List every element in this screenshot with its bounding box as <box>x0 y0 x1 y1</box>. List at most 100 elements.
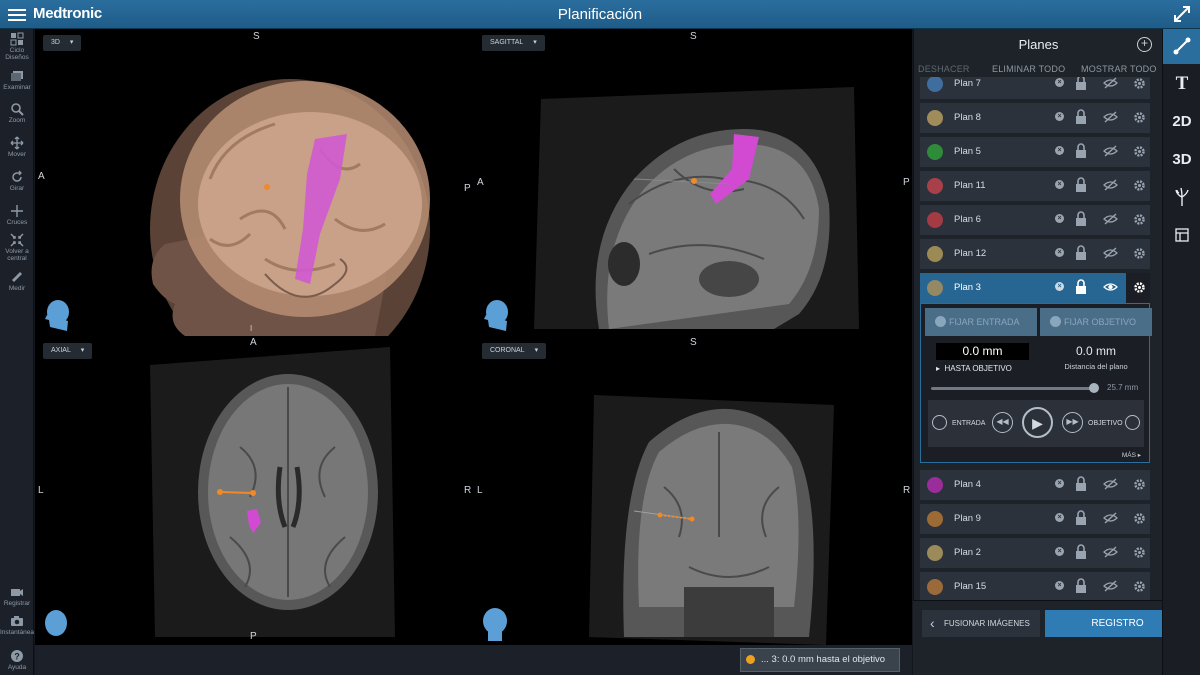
tool-recenter[interactable]: Volver a central <box>0 233 34 262</box>
eye-hidden-icon[interactable] <box>1103 110 1118 124</box>
close-icon[interactable]: × <box>1055 479 1064 488</box>
list-item[interactable]: Plan 12 × <box>920 239 1150 269</box>
list-item[interactable]: Plan 2 × <box>920 538 1150 568</box>
trajectory-slider[interactable] <box>931 387 1096 390</box>
lock-icon[interactable] <box>1075 476 1087 492</box>
tool-measure[interactable]: Medir <box>0 270 34 292</box>
gear-icon[interactable] <box>1132 246 1147 261</box>
lock-icon[interactable] <box>1075 578 1087 594</box>
eye-icon[interactable] <box>1103 280 1118 294</box>
tool-label: Zoom <box>8 117 26 124</box>
list-item[interactable]: Plan 9 × <box>920 504 1150 534</box>
lock-icon[interactable] <box>1075 245 1087 261</box>
more-button[interactable]: MÁS ▸ <box>1122 451 1141 459</box>
view-2d-button[interactable]: 2D <box>1163 113 1200 130</box>
fiber-tract-icon[interactable] <box>1174 187 1190 207</box>
tool-record[interactable]: Registrar <box>0 585 34 607</box>
skip-to-target-icon[interactable] <box>1125 415 1140 430</box>
list-item-active[interactable]: Plan 3 × <box>920 273 1150 303</box>
set-target-button[interactable]: FIJAR OBJETIVO <box>1040 308 1152 336</box>
lock-icon[interactable] <box>1075 143 1087 159</box>
gear-icon[interactable] <box>1132 579 1147 594</box>
lock-icon[interactable] <box>1075 211 1087 227</box>
lock-icon[interactable] <box>1075 279 1087 295</box>
list-item[interactable]: Plan 5 × <box>920 137 1150 167</box>
lock-icon[interactable] <box>1075 109 1087 125</box>
slider-thumb[interactable] <box>1089 383 1099 393</box>
tool-move[interactable]: Mover <box>0 136 34 158</box>
tool-layout-cycle[interactable]: Ciclo Diseños <box>0 32 34 61</box>
viewport-sagittal[interactable]: SAGITTAL S A P <box>474 29 912 336</box>
eye-hidden-icon[interactable] <box>1103 178 1118 192</box>
list-item[interactable]: Plan 15 × <box>920 572 1150 600</box>
eye-hidden-icon[interactable] <box>1103 212 1118 226</box>
skip-to-entry-icon[interactable] <box>932 415 947 430</box>
gear-icon[interactable] <box>1132 144 1147 159</box>
set-entry-button[interactable]: FIJAR ENTRADA <box>925 308 1037 336</box>
status-message[interactable]: ... 3: 0.0 mm hasta el objetivo <box>740 648 900 672</box>
close-icon[interactable]: × <box>1055 180 1064 189</box>
close-icon[interactable]: × <box>1055 78 1064 87</box>
viewport-axial-label[interactable]: AXIAL <box>43 343 93 359</box>
close-icon[interactable]: × <box>1055 146 1064 155</box>
gear-icon[interactable] <box>1132 178 1147 193</box>
gear-icon[interactable] <box>1132 110 1147 125</box>
gear-icon[interactable] <box>1132 212 1147 227</box>
close-icon[interactable]: × <box>1055 513 1064 522</box>
rewind-icon[interactable]: ◀◀ <box>992 412 1013 433</box>
fuse-images-button[interactable]: FUSIONAR IMÁGENES <box>922 610 1040 637</box>
gear-icon[interactable] <box>1132 280 1147 295</box>
eye-hidden-icon[interactable] <box>1103 77 1118 90</box>
gear-icon[interactable] <box>1132 77 1147 91</box>
close-icon[interactable]: × <box>1055 547 1064 556</box>
viewport-coronal-label[interactable]: CORONAL <box>482 343 547 359</box>
tool-snapshot[interactable]: Instantánea <box>0 614 34 636</box>
lock-icon[interactable] <box>1075 544 1087 560</box>
close-icon[interactable]: × <box>1055 214 1064 223</box>
layout-cycle-icon <box>10 32 24 46</box>
eye-hidden-icon[interactable] <box>1103 579 1118 593</box>
undo-button[interactable]: DESHACER <box>918 64 970 74</box>
eye-hidden-icon[interactable] <box>1103 511 1118 525</box>
tool-examine[interactable]: Examinar <box>0 69 34 91</box>
gear-icon[interactable] <box>1132 477 1147 492</box>
viewport-coronal[interactable]: CORONAL S L R <box>474 337 912 645</box>
eye-hidden-icon[interactable] <box>1103 545 1118 559</box>
close-icon[interactable]: × <box>1055 282 1064 291</box>
close-icon[interactable]: × <box>1055 581 1064 590</box>
view-3d-button[interactable]: 3D <box>1163 151 1200 168</box>
gear-icon[interactable] <box>1132 545 1147 560</box>
layout-panel-icon[interactable] <box>1175 228 1189 242</box>
tool-help[interactable]: ? Ayuda <box>0 649 34 671</box>
list-item[interactable]: Plan 6 × <box>920 205 1150 235</box>
play-icon[interactable]: ▶ <box>1022 407 1053 438</box>
tool-crosshair[interactable]: Cruces <box>0 204 34 226</box>
list-item[interactable]: Plan 8 × <box>920 103 1150 133</box>
eye-hidden-icon[interactable] <box>1103 477 1118 491</box>
delete-all-button[interactable]: ELIMINAR TODO <box>992 64 1065 74</box>
tool-rotate[interactable]: Girar <box>0 170 34 192</box>
expand-icon[interactable] <box>1172 4 1192 24</box>
eye-hidden-icon[interactable] <box>1103 144 1118 158</box>
lock-icon[interactable] <box>1075 177 1087 193</box>
list-item[interactable]: Plan 4 × <box>920 470 1150 500</box>
list-item[interactable]: Plan 11 × <box>920 171 1150 201</box>
add-plan-icon[interactable]: + <box>1137 37 1152 52</box>
lock-icon[interactable] <box>1075 77 1087 91</box>
viewport-axial[interactable]: AXIAL A L R P <box>35 337 473 645</box>
viewport-3d[interactable]: 3D S A P I <box>35 29 473 336</box>
fast-forward-icon[interactable]: ▶▶ <box>1062 412 1083 433</box>
tool-zoom[interactable]: Zoom <box>0 102 34 124</box>
viewport-3d-label[interactable]: 3D <box>43 35 82 51</box>
gear-icon[interactable] <box>1132 511 1147 526</box>
viewport-sagittal-label[interactable]: SAGITTAL <box>482 35 545 51</box>
close-icon[interactable]: × <box>1055 248 1064 257</box>
show-all-button[interactable]: MOSTRAR TODO <box>1081 64 1157 74</box>
trajectory-tool-button[interactable] <box>1163 29 1200 64</box>
list-item[interactable]: Plan 7 × <box>920 77 1150 99</box>
lock-icon[interactable] <box>1075 510 1087 526</box>
eye-hidden-icon[interactable] <box>1103 246 1118 260</box>
distance-mode-toggle[interactable]: ▸ HASTA OBJETIVO <box>936 364 1012 373</box>
close-icon[interactable]: × <box>1055 112 1064 121</box>
text-tool-button[interactable]: T <box>1163 73 1200 95</box>
